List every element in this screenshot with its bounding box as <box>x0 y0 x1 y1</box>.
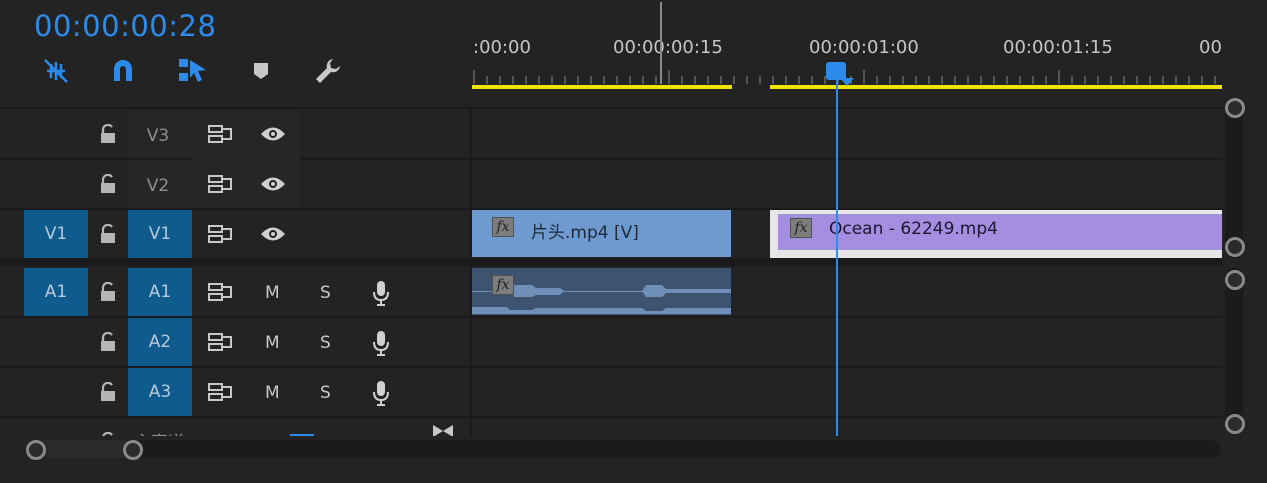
lock-icon[interactable] <box>96 280 120 304</box>
scroll-knob[interactable] <box>26 440 46 460</box>
divider <box>0 107 1222 109</box>
source-patch-v1[interactable]: V1 <box>24 210 88 258</box>
ruler-label: 00:00:00:15 <box>613 37 723 58</box>
fx-badge[interactable]: fx <box>492 217 514 237</box>
sync-lock-icon[interactable] <box>205 222 235 246</box>
microphone-icon[interactable] <box>368 328 394 358</box>
microphone-icon[interactable] <box>368 278 394 308</box>
track-name-a2[interactable]: A2 <box>128 318 192 366</box>
divider <box>0 258 1222 266</box>
eye-icon[interactable] <box>258 172 288 196</box>
sync-lock-icon[interactable] <box>205 380 235 404</box>
ruler-label: 00:00:01:00 <box>809 37 919 58</box>
playhead-tip <box>840 78 854 86</box>
mute-button[interactable]: M <box>265 333 280 353</box>
lock-icon[interactable] <box>96 330 120 354</box>
scroll-thumb[interactable] <box>36 440 132 458</box>
wrench-icon[interactable] <box>311 54 345 88</box>
scroll-knob[interactable] <box>1225 237 1245 257</box>
sync-lock-icon[interactable] <box>205 280 235 304</box>
master-track-header: 主声道 <box>0 418 470 438</box>
work-area-bar[interactable] <box>472 85 732 89</box>
audio-scrollbar[interactable] <box>1225 268 1243 433</box>
track-name-v1[interactable]: V1 <box>128 210 192 258</box>
fx-badge[interactable]: fx <box>492 275 514 295</box>
ruler-label: 00:00:01:15 <box>1003 37 1113 58</box>
track-name-a3[interactable]: A3 <box>128 368 192 416</box>
snap-ripple-icon[interactable] <box>39 54 73 88</box>
lock-icon[interactable] <box>96 172 120 196</box>
microphone-icon[interactable] <box>368 378 394 408</box>
add-marker-icon[interactable] <box>244 54 278 88</box>
scroll-knob[interactable] <box>1225 98 1245 118</box>
audio-clip[interactable]: fx <box>472 268 731 315</box>
mute-button[interactable]: M <box>265 283 280 303</box>
eye-icon[interactable] <box>258 122 288 146</box>
scroll-knob[interactable] <box>1225 270 1245 290</box>
sync-lock-icon[interactable] <box>205 172 235 196</box>
scroll-knob[interactable] <box>1225 414 1245 434</box>
track-name-v3[interactable]: V3 <box>128 126 188 146</box>
lock-icon[interactable] <box>96 380 120 404</box>
solo-button[interactable]: S <box>320 333 331 353</box>
fx-badge[interactable]: fx <box>790 218 812 238</box>
magnet-icon[interactable] <box>106 54 140 88</box>
timecode-display[interactable]: 00:00:00:28 <box>34 9 216 43</box>
mute-button[interactable]: M <box>265 383 280 403</box>
ruler-label: 00 <box>1199 37 1222 58</box>
scroll-knob[interactable] <box>123 440 143 460</box>
track-name-a1[interactable]: A1 <box>128 268 192 316</box>
track-name-v2[interactable]: V2 <box>128 176 188 196</box>
solo-button[interactable]: S <box>320 383 331 403</box>
eye-icon[interactable] <box>258 222 288 246</box>
linked-selection-icon[interactable] <box>175 54 209 88</box>
source-patch-a1[interactable]: A1 <box>24 268 88 316</box>
clip-label: 片头.mp4 [V] <box>531 223 639 243</box>
sync-lock-icon[interactable] <box>205 330 235 354</box>
horizontal-scrollbar[interactable] <box>26 440 1220 458</box>
lock-icon[interactable] <box>96 122 120 146</box>
clip-label: Ocean - 62249.mp4 <box>829 219 998 239</box>
playhead-line[interactable] <box>836 78 838 436</box>
video-clip[interactable]: fx 片头.mp4 [V] <box>472 210 731 257</box>
lock-icon[interactable] <box>96 222 120 246</box>
ruler-label: :00:00 <box>473 37 531 58</box>
sync-lock-icon[interactable] <box>205 122 235 146</box>
video-scrollbar[interactable] <box>1225 98 1243 258</box>
solo-button[interactable]: S <box>320 283 331 303</box>
